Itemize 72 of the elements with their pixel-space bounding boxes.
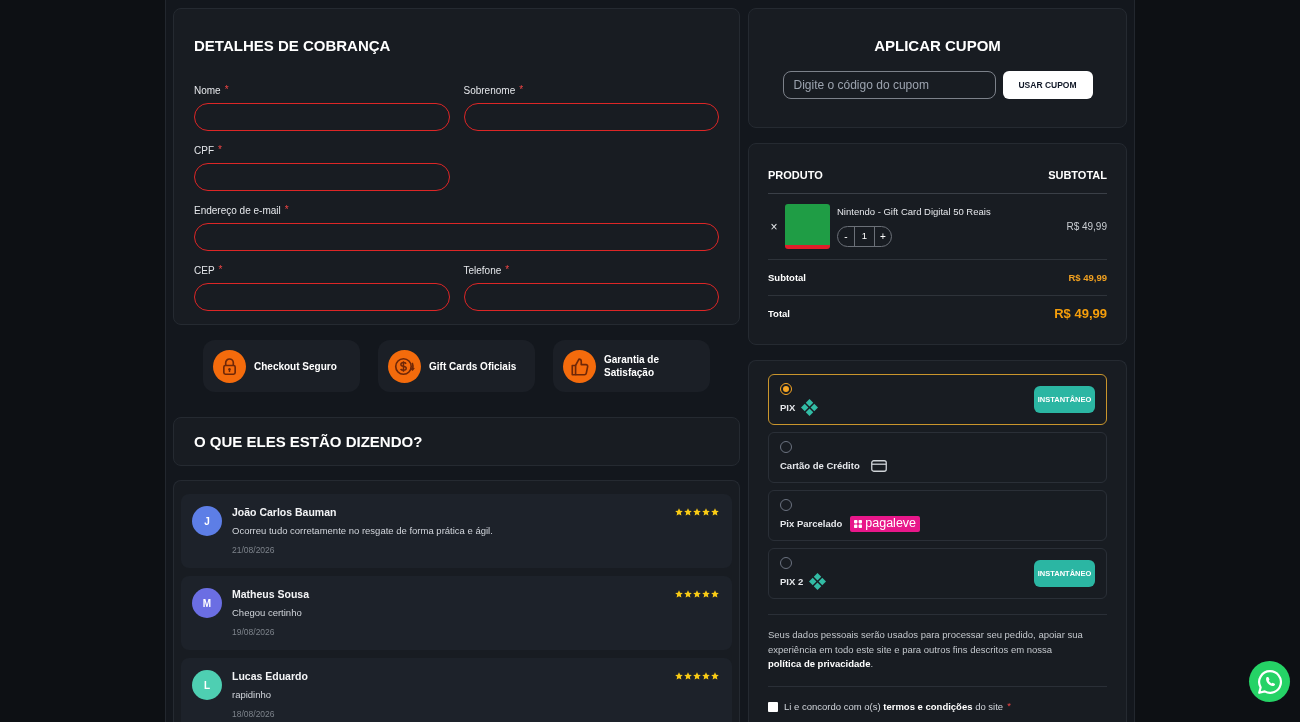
- review-text: rapidinho: [232, 689, 272, 701]
- payment-option[interactable]: Cartão de Crédito: [768, 432, 1107, 483]
- coupon-title: APLICAR CUPOM: [874, 36, 1001, 56]
- terms-text: Li e concordo com o(s) termos e condições do site: [784, 700, 1004, 713]
- grid-mark-icon: [853, 518, 864, 529]
- review-date: 21/08/2026: [232, 545, 275, 555]
- lock-icon: [213, 349, 246, 383]
- field-label: Telefone: [463, 265, 502, 277]
- avatar: L: [192, 670, 222, 700]
- chat-button[interactable]: [1249, 661, 1290, 702]
- field-label: Sobrenome: [463, 85, 516, 97]
- quantity-value: 1: [854, 227, 875, 246]
- method-label: Pix Parcelado: [780, 517, 843, 530]
- required-mark: *: [505, 265, 510, 274]
- reviewer-name: Matheus Sousa: [232, 588, 310, 600]
- billing-title: DETALHES DE COBRANÇA: [194, 36, 392, 56]
- badge-label: Garantia de Satisfação: [604, 353, 661, 379]
- field-label: Nome: [194, 85, 221, 97]
- input-field[interactable]: [463, 283, 719, 311]
- required-mark: *: [224, 85, 229, 94]
- review-text: Chegou certinho: [232, 607, 302, 619]
- input-field[interactable]: [194, 103, 450, 131]
- method-label: PIX 2: [780, 575, 804, 588]
- diamond-icon: [809, 573, 827, 590]
- phone-bubble-icon: [1257, 669, 1282, 694]
- remove-button[interactable]: ×: [768, 220, 780, 233]
- product-name: Nintendo - Gift Card Digital 50 Reais: [837, 206, 991, 218]
- photo-placeholder: [785, 204, 830, 249]
- decrement-button[interactable]: -: [838, 227, 854, 246]
- thumbs-up-icon: [563, 349, 596, 383]
- avatar: J: [192, 506, 222, 536]
- reviewer-name: Lucas Eduardo: [232, 670, 308, 682]
- required-mark: *: [218, 145, 222, 154]
- input-field[interactable]: [463, 103, 719, 131]
- input-field[interactable]: [194, 283, 450, 311]
- summary-label: Subtotal: [768, 271, 806, 284]
- input-field[interactable]: [194, 163, 450, 191]
- apply-coupon-button[interactable]: USAR CUPOM: [1002, 71, 1093, 99]
- required-mark: *: [284, 205, 289, 214]
- terms-link[interactable]: termos e condições: [883, 700, 973, 712]
- subtotal-value: R$ 49,99: [1068, 271, 1107, 284]
- checkbox[interactable]: [768, 701, 778, 712]
- badge-label: Checkout Seguro: [254, 359, 338, 373]
- field-label: CEP: [194, 265, 215, 277]
- column-header: SUBTOTAL: [1048, 169, 1107, 181]
- increment-button[interactable]: +: [875, 227, 891, 246]
- logo-text: pagaleve: [865, 517, 917, 530]
- privacy-notice: Seus dados pessoais serão usados para processar seu pedido, apoiar sua experiência em todo este site e para outros fins descritos em nossa política de privacidade.: [768, 628, 1084, 671]
- required-mark: *: [218, 265, 223, 274]
- review-date: 18/08/2026: [232, 709, 275, 719]
- column-header: PRODUTO: [768, 169, 823, 181]
- credit-card-icon: [870, 459, 887, 472]
- required-mark: *: [1007, 700, 1011, 710]
- review-text: Ocorreu tudo corretamente no resgate de forma prática e ágil.: [232, 525, 493, 537]
- diamond-icon: [801, 399, 819, 416]
- required-mark: *: [519, 85, 524, 94]
- coupon-field[interactable]: Digite o código do cupom: [782, 71, 996, 99]
- field-label: CPF: [194, 145, 214, 157]
- reviewer-name: João Carlos Bauman: [232, 506, 337, 518]
- input-field[interactable]: [194, 223, 719, 251]
- item-price: R$ 49,99: [1066, 220, 1107, 233]
- badge-label: Gift Cards Oficiais: [429, 359, 518, 373]
- payment-option[interactable]: Pix Parcelado pagaleve: [768, 490, 1107, 541]
- method-label: PIX: [780, 401, 796, 414]
- reviews-title: O QUE ELES ESTÃO DIZENDO?: [194, 431, 423, 452]
- total-value: R$ 49,99: [1054, 306, 1107, 322]
- dollar-coin-icon: [388, 349, 421, 383]
- review-date: 19/08/2026: [232, 627, 275, 637]
- field-label: Endereço de e-mail: [194, 205, 281, 217]
- summary-label: Total: [768, 308, 790, 320]
- method-label: Cartão de Crédito: [780, 459, 860, 472]
- avatar: M: [192, 588, 222, 618]
